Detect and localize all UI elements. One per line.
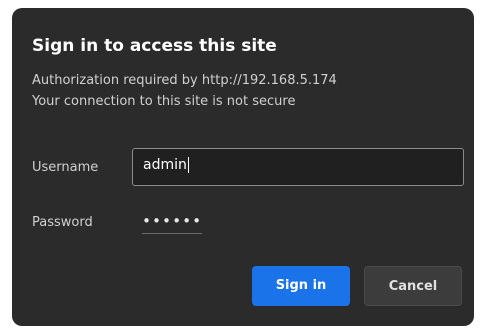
password-value: •••••• <box>142 212 203 230</box>
text-caret <box>187 157 189 173</box>
username-value: admin <box>143 157 187 173</box>
sign-in-dialog: Sign in to access this site Authorizatio… <box>12 8 474 326</box>
password-input[interactable]: •••••• <box>132 206 464 240</box>
username-input[interactable]: admin <box>132 148 464 186</box>
password-underline <box>142 233 202 234</box>
dialog-title: Sign in to access this site <box>32 36 277 56</box>
password-label: Password <box>32 215 93 230</box>
cancel-button[interactable]: Cancel <box>364 266 462 306</box>
sign-in-button[interactable]: Sign in <box>252 266 350 306</box>
username-label: Username <box>32 160 99 175</box>
connection-warning: Your connection to this site is not secu… <box>32 94 296 109</box>
authorization-message: Authorization required by http://192.168… <box>32 73 337 88</box>
